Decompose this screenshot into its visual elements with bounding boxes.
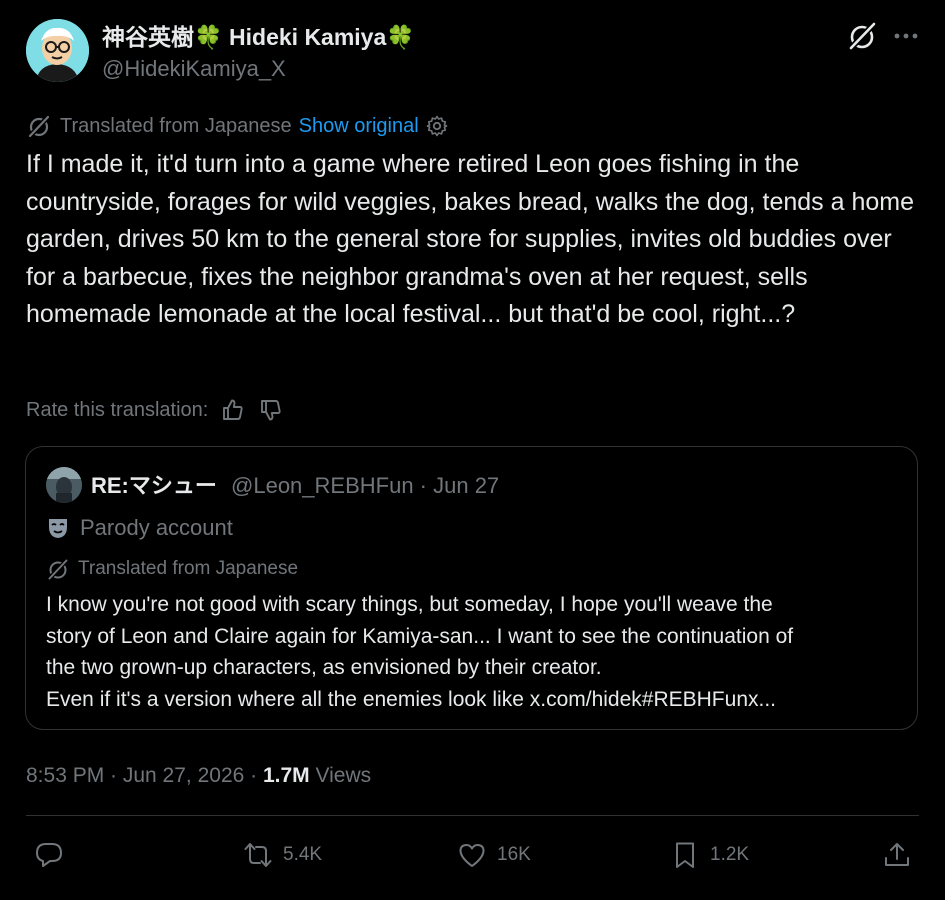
grok-icon <box>47 558 69 581</box>
grok-icon <box>848 21 877 51</box>
thumbs-up-icon[interactable] <box>220 397 246 423</box>
gear-icon[interactable] <box>425 114 449 138</box>
bookmark-button[interactable]: 1.2K <box>670 837 749 873</box>
parody-label-row: Parody account <box>46 514 233 542</box>
quoted-handle-date: @Leon_REBHFun · Jun 27 <box>231 473 500 498</box>
quoted-author-row: RE:マシュー @Leon_REBHFun · Jun 27 <box>91 472 499 500</box>
like-count: 16K <box>497 844 531 865</box>
quoted-translation-row: Translated from Japanese <box>46 556 298 582</box>
author-handle[interactable]: @HidekiKamiya_X <box>102 56 286 82</box>
bookmark-icon <box>676 842 694 868</box>
quoted-text-line: the two grown-up characters, as envision… <box>46 656 602 679</box>
cartoon-avatar-icon <box>26 19 89 82</box>
like-button[interactable]: 16K <box>457 837 531 873</box>
repost-count: 5.4K <box>283 844 323 865</box>
rate-translation-row: Rate this translation: <box>26 396 284 424</box>
mask-icon <box>49 519 67 538</box>
tweet-meta-row: 8:53 PM · Jun 27, 2026 · 1.7M Views <box>26 762 371 790</box>
bookmark-count: 1.2K <box>710 844 750 865</box>
quoted-tweet-text: I know you're not good with scary things… <box>46 589 906 715</box>
more-button[interactable] <box>892 20 920 52</box>
tweet-text: If I made it, it'd turn into a game wher… <box>26 150 915 329</box>
divider <box>26 815 919 816</box>
repost-button[interactable]: 5.4K <box>243 837 322 873</box>
show-original-link[interactable]: Show original <box>299 115 419 138</box>
views-count: 1.7M <box>262 764 310 787</box>
share-button[interactable] <box>882 837 922 873</box>
quoted-author-name[interactable]: RE:マシュー <box>91 473 217 498</box>
photo-avatar-icon <box>46 467 82 503</box>
translation-notice-row: Translated from Japanese Show original <box>26 112 449 140</box>
reply-icon <box>36 843 62 867</box>
author-display-name[interactable]: 神谷英樹🍀 Hideki Kamiya🍀 <box>102 22 415 52</box>
repost-icon <box>244 843 272 867</box>
rate-translation-label: Rate this translation: <box>26 398 209 421</box>
grok-icon <box>28 115 50 138</box>
parody-label: Parody account <box>80 515 233 540</box>
reply-button[interactable] <box>34 837 74 873</box>
author-avatar[interactable] <box>26 19 89 82</box>
heart-icon <box>459 844 485 867</box>
more-icon <box>894 33 918 39</box>
quoted-translation-notice: Translated from Japanese <box>78 558 299 579</box>
views-label: Views <box>309 764 372 787</box>
thumbs-down-icon[interactable] <box>258 397 284 423</box>
quoted-author-avatar[interactable] <box>46 467 82 503</box>
grok-button[interactable] <box>846 20 878 52</box>
quoted-text-line: story of Leon and Claire again for Kamiy… <box>46 624 794 648</box>
timestamp[interactable]: 8:53 PM · Jun 27, 2026 · <box>26 764 263 787</box>
quoted-text-line: Even if it's a version where all the ene… <box>46 687 776 711</box>
share-icon <box>885 843 909 866</box>
quoted-text-line: I know you're not good with scary things… <box>46 593 773 616</box>
translation-notice-text: Translated from Japanese <box>60 114 292 137</box>
